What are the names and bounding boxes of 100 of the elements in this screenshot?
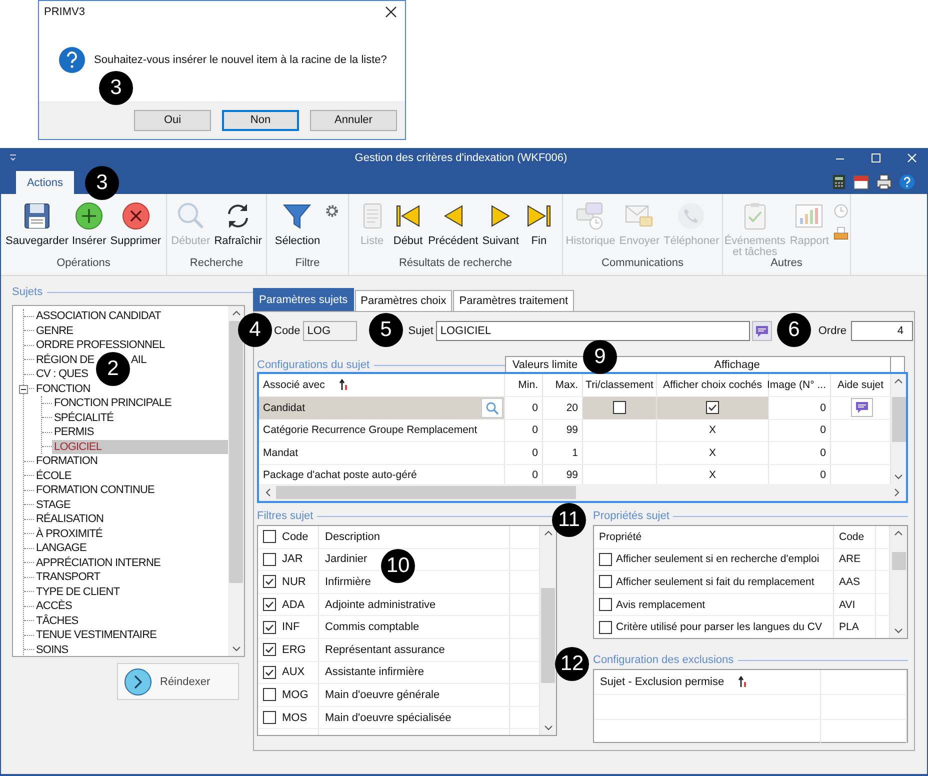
ribbon-button[interactable]: Suivant (481, 200, 520, 258)
chevron-up-icon[interactable] (232, 310, 240, 316)
checkbox[interactable] (599, 598, 612, 612)
checkbox[interactable] (599, 552, 612, 566)
close-icon[interactable] (385, 6, 397, 18)
column-header[interactable]: Sujet - Exclusion permise (594, 670, 821, 694)
subject-field[interactable]: LOGICIEL (436, 321, 750, 341)
maximize-icon[interactable] (871, 153, 881, 163)
chevron-right-icon[interactable] (894, 488, 900, 497)
tree-item[interactable]: FONCTION PRINCIPALE (52, 396, 172, 410)
column-header[interactable]: Propriété (594, 526, 834, 548)
tree-item[interactable]: LANGAGE (34, 541, 86, 556)
chevron-down-icon[interactable] (894, 474, 903, 480)
tree-item[interactable]: PERMIS (52, 425, 94, 440)
tree-item[interactable]: À PROXIMITÉ (34, 526, 102, 541)
dialog-button[interactable]: Oui (134, 110, 211, 130)
tree-item[interactable]: TYPE DE CLIENT (34, 584, 120, 599)
chevron-up-icon[interactable] (544, 530, 552, 536)
chevron-left-icon[interactable] (265, 488, 271, 497)
scrollbar[interactable] (540, 526, 556, 735)
ribbon-button[interactable]: Rafraîchir (213, 200, 263, 258)
tree-item[interactable]: FORMATION (34, 454, 98, 468)
sort-icon[interactable] (738, 676, 748, 688)
tree-item[interactable]: ÉCOLE (34, 468, 72, 483)
tree-item[interactable]: APPRÉCIATION INTERNE (34, 556, 160, 570)
tree-item[interactable]: SPÉCIALITÉ (52, 410, 114, 425)
tree-item[interactable]: GENRE (34, 324, 74, 338)
checkbox[interactable] (599, 575, 612, 588)
chevron-up-icon[interactable] (894, 378, 903, 384)
ribbon-tab[interactable]: Actions (16, 171, 74, 194)
tree-item[interactable]: ORDRE PROFESSIONNEL (34, 338, 165, 352)
checkbox[interactable] (706, 401, 719, 414)
column-header[interactable]: Min. (505, 374, 543, 396)
checkbox[interactable] (263, 620, 276, 634)
ribbon-button[interactable]: Sélection (274, 200, 322, 258)
checkbox[interactable] (263, 711, 276, 724)
scrollbar[interactable] (259, 484, 906, 501)
tree-item[interactable]: ACCÈS (34, 599, 72, 614)
column-header[interactable]: Description (319, 526, 510, 548)
table-cell[interactable]: Catégorie Recurrence Groupe Remplacement (259, 420, 505, 441)
lookup-button[interactable] (481, 398, 503, 418)
tab[interactable]: Paramètres traitement (453, 290, 574, 311)
chevron-up-icon[interactable] (894, 530, 903, 536)
tree-item[interactable]: FORMATION CONTINUE (34, 483, 154, 498)
ribbon-button[interactable]: Début (391, 200, 426, 258)
column-header[interactable]: Max. (543, 374, 583, 396)
ribbon-button[interactable]: Précédent (427, 200, 480, 258)
table-cell[interactable]: Mandat (259, 442, 505, 464)
column-header[interactable]: Image (N° ... (769, 374, 831, 396)
dialog-button[interactable]: Non (222, 110, 299, 130)
tree-item[interactable]: SOINS (34, 642, 68, 656)
tree-item[interactable]: STAGE (34, 498, 70, 512)
column-header[interactable]: Afficher choix cochés (657, 374, 769, 396)
ribbon-button[interactable]: Insérer (71, 200, 108, 258)
checkbox[interactable] (263, 643, 276, 656)
tree-item[interactable]: TENUE VESTIMENTAIRE (34, 628, 157, 642)
scrollbar-thumb[interactable] (892, 552, 906, 570)
reindex-button[interactable]: Réindexer (117, 663, 239, 700)
scrollbar[interactable] (228, 306, 244, 656)
tree-item[interactable]: RÉALISATION (34, 512, 104, 526)
chevron-down-icon[interactable] (232, 646, 240, 652)
tree-item[interactable]: TRANSPORT (34, 570, 100, 584)
checkbox[interactable] (599, 620, 612, 634)
collapse-icon[interactable] (19, 384, 28, 394)
checkbox[interactable] (263, 598, 276, 612)
order-field[interactable]: 4 (850, 321, 912, 341)
tray-icon[interactable] (832, 224, 850, 242)
menu-icon[interactable] (9, 154, 17, 162)
sort-icon[interactable] (338, 379, 348, 391)
column-header[interactable]: Code (282, 530, 308, 543)
comment-button[interactable] (850, 398, 872, 418)
comment-button[interactable] (752, 321, 772, 341)
dialog-button[interactable]: Annuler (310, 110, 397, 130)
ribbon-button[interactable]: Sauvegarder (5, 200, 69, 258)
scrollbar[interactable] (891, 374, 906, 484)
tree-item[interactable]: RÉGION DE (34, 352, 94, 367)
calendar-icon[interactable] (853, 174, 869, 190)
scrollbar[interactable] (890, 526, 907, 638)
chevron-down-icon[interactable] (544, 725, 552, 731)
checkbox[interactable] (263, 688, 276, 702)
printer-icon[interactable] (876, 174, 892, 190)
tree-item[interactable]: FONCTION (34, 382, 90, 396)
help-icon[interactable] (899, 174, 915, 190)
checkbox[interactable] (263, 530, 276, 544)
ribbon-button[interactable]: Fin (522, 200, 556, 258)
checkbox[interactable] (263, 575, 276, 588)
calculator-icon[interactable] (832, 174, 846, 190)
checkbox[interactable] (613, 401, 626, 414)
tab[interactable]: Paramètres sujets (253, 288, 354, 311)
checkbox[interactable] (263, 666, 276, 679)
tab[interactable]: Paramètres choix (354, 290, 452, 311)
tree-item[interactable]: CV : QUES (34, 367, 88, 382)
tree-item[interactable]: ASSOCIATION CANDIDAT (34, 309, 161, 324)
chevron-down-icon[interactable] (894, 628, 903, 634)
ribbon-button[interactable]: Supprimer (109, 200, 162, 258)
checkbox[interactable] (263, 552, 276, 566)
column-header[interactable]: Code (834, 526, 876, 548)
column-header[interactable]: Associé avec (259, 374, 505, 396)
tree-item[interactable]: TÂCHES (34, 614, 78, 628)
tree-item[interactable]: LOGICIEL (52, 440, 228, 454)
